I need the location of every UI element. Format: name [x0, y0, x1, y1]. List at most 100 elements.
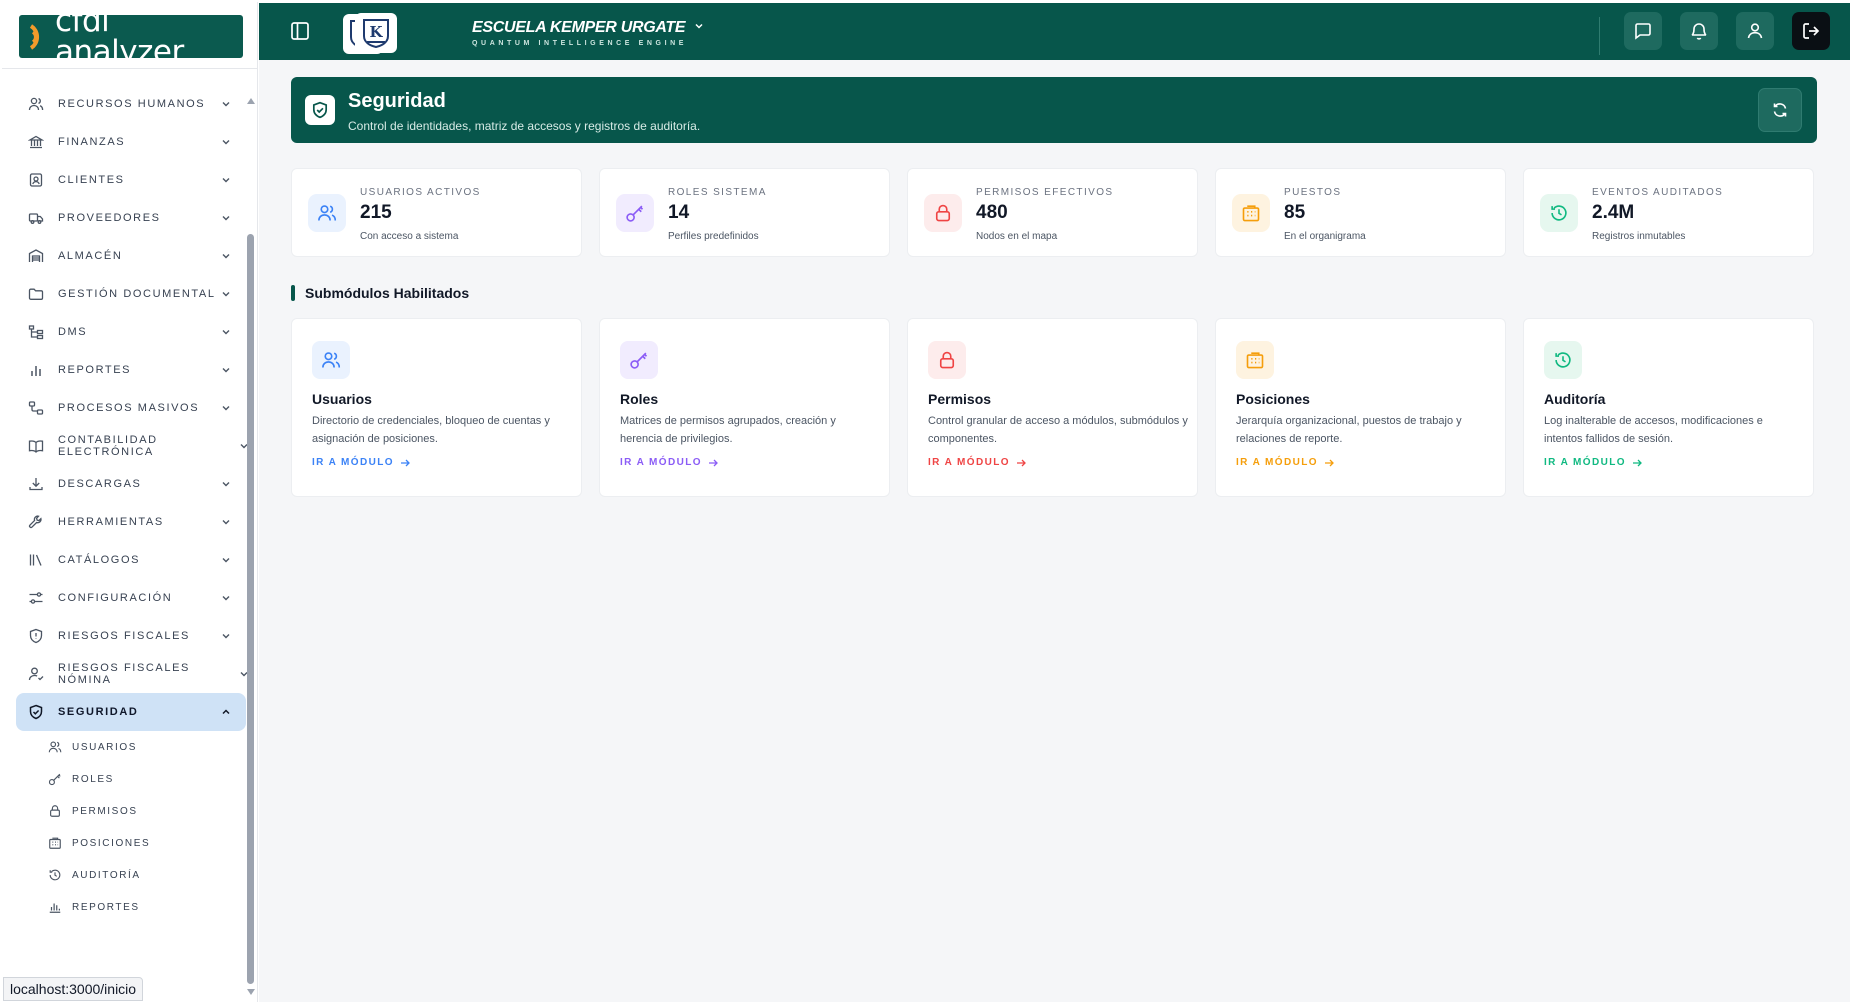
sidebar-item-label: DESCARGAS [58, 478, 142, 490]
sidebar-divider [2, 68, 258, 69]
sidebar-item-dms[interactable]: DMS [16, 313, 246, 351]
sidebar-subitem-permisos[interactable]: PERMISOS [16, 795, 246, 827]
sidebar-subitem-usuarios[interactable]: USUARIOS [16, 731, 246, 763]
scroll-up-arrow-icon[interactable] [247, 98, 255, 104]
link-label: IR A MÓDULO [928, 457, 1010, 468]
go-to-module-link[interactable]: IR A MÓDULO [1544, 457, 1642, 468]
bell-icon [1691, 23, 1707, 40]
users-icon [312, 341, 350, 379]
sliders-icon [28, 590, 44, 606]
stat-value: 480 [976, 202, 1008, 223]
stat-label: USUARIOS ACTIVOS [360, 187, 481, 198]
card-description: Jerarquía organizacional, puestos de tra… [1236, 415, 1462, 445]
sidebar-item-riesgos-fiscales[interactable]: RIESGOS FISCALES [16, 617, 246, 655]
card-description: Log inalterable de accesos, modificacion… [1544, 415, 1763, 445]
sidebar-item-seguridad[interactable]: SEGURIDAD [16, 693, 246, 731]
go-to-module-link[interactable]: IR A MÓDULO [1236, 457, 1334, 468]
sidebar-item-configuracion[interactable]: CONFIGURACIÓN [16, 579, 246, 617]
stat-value: 85 [1284, 202, 1306, 223]
messages-button[interactable] [1624, 12, 1662, 50]
go-to-module-link[interactable]: IR A MÓDULO [312, 457, 410, 468]
logout-button[interactable] [1792, 12, 1830, 50]
sidebar-subitem-label: ROLES [72, 773, 114, 785]
sidebar-item-clientes[interactable]: CLIENTES [16, 161, 246, 199]
sidebar-item-finanzas[interactable]: FINANZAS [16, 123, 246, 161]
arrow-right-icon [1324, 459, 1334, 466]
section-accent-bar [291, 285, 295, 301]
chevron-up-icon [222, 709, 230, 715]
sidebar-item-riesgos-fiscales-nomina[interactable]: RIESGOS FISCALES NÓMINA [16, 655, 248, 693]
page-title: Seguridad [348, 90, 446, 112]
users-icon [48, 740, 62, 754]
bar-chart-icon [48, 900, 62, 914]
sidebar-subitem-roles[interactable]: ROLES [16, 763, 246, 795]
stat-label: ROLES SISTEMA [668, 187, 767, 198]
go-to-module-link[interactable]: IR A MÓDULO [620, 457, 718, 468]
stat-note: Nodos en el mapa [976, 231, 1058, 242]
stat-note: Registros inmutables [1592, 231, 1686, 242]
module-card-auditoria[interactable]: Auditoría Log inalterable de accesos, mo… [1523, 318, 1814, 497]
stat-card-puestos: PUESTOS 85 En el organigrama [1215, 168, 1506, 257]
header-divider [1599, 17, 1600, 55]
card-description: Directorio de credenciales, bloqueo de c… [312, 415, 550, 445]
bank-icon [28, 134, 44, 150]
brand-logo[interactable]: cfdi analyzer [19, 5, 243, 67]
history-icon [1540, 194, 1578, 232]
card-description: Matrices de permisos agrupados, creación… [620, 415, 836, 445]
top-header: K K ESCUELA KEMPER URGATE QUANTUM INTELL… [259, 3, 1850, 60]
module-card-roles[interactable]: Roles Matrices de permisos agrupados, cr… [599, 318, 890, 497]
refresh-button[interactable] [1758, 88, 1802, 132]
refresh-icon [1773, 103, 1787, 117]
contact-icon [28, 172, 44, 188]
sidebar-item-label: REPORTES [58, 364, 132, 376]
brand-name: cfdi analyzer [55, 2, 184, 70]
module-card-posiciones[interactable]: Posiciones Jerarquía organizacional, pue… [1215, 318, 1506, 497]
chevron-down-icon [695, 23, 703, 29]
user-check-icon [28, 666, 44, 682]
school-name-dropdown[interactable]: ESCUELA KEMPER URGATE [472, 19, 705, 37]
sidebar-subitem-posiciones[interactable]: POSICIONES [16, 827, 246, 859]
arrow-right-icon [1632, 459, 1642, 466]
school-crest-icon: K [363, 19, 389, 49]
module-card-usuarios[interactable]: Usuarios Directorio de credenciales, blo… [291, 318, 582, 497]
brand-mark-icon [27, 22, 49, 52]
sidebar-item-label: GESTIÓN DOCUMENTAL [58, 288, 216, 300]
sidebar-item-recursos-humanos[interactable]: RECURSOS HUMANOS [16, 85, 246, 123]
sidebar-scrollbar-thumb[interactable] [247, 234, 254, 984]
sidebar-subitem-auditoria[interactable]: AUDITORÍA [16, 859, 246, 891]
link-label: IR A MÓDULO [1236, 457, 1318, 468]
card-description: Control granular de acceso a módulos, su… [928, 415, 1188, 445]
module-card-permisos[interactable]: Permisos Control granular de acceso a mó… [907, 318, 1198, 497]
stat-label: PUESTOS [1284, 187, 1342, 198]
sidebar-subitem-label: USUARIOS [72, 741, 138, 753]
bar-chart-icon [28, 362, 44, 378]
workflow-icon [28, 400, 44, 416]
toggle-sidebar-button[interactable] [281, 12, 319, 50]
stat-value: 2.4M [1592, 202, 1635, 223]
user-profile-button[interactable] [1736, 12, 1774, 50]
sidebar-item-label: ALMACÉN [58, 250, 123, 262]
scroll-down-arrow-icon[interactable] [247, 989, 255, 995]
stat-note: Perfiles predefinidos [668, 231, 759, 242]
building-icon [1232, 194, 1270, 232]
sidebar-subitem-reportes[interactable]: REPORTES [16, 891, 246, 923]
sidebar-item-procesos-masivos[interactable]: PROCESOS MASIVOS [16, 389, 246, 427]
chevron-down-icon [222, 140, 230, 145]
notifications-button[interactable] [1680, 12, 1718, 50]
sidebar-item-almacen[interactable]: ALMACÉN [16, 237, 246, 275]
sidebar-item-proveedores[interactable]: PROVEEDORES [16, 199, 246, 237]
school-logo[interactable]: K [355, 13, 397, 53]
sidebar-item-reportes[interactable]: REPORTES [16, 351, 246, 389]
card-title: Roles [620, 391, 659, 407]
sidebar-item-contabilidad-electronica[interactable]: CONTABILIDAD ELECTRÓNICA [16, 427, 248, 465]
sidebar-item-gestion-documental[interactable]: GESTIÓN DOCUMENTAL [16, 275, 246, 313]
download-icon [28, 476, 44, 492]
link-label: IR A MÓDULO [620, 457, 702, 468]
sidebar-item-herramientas[interactable]: HERRAMIENTAS [16, 503, 246, 541]
sidebar-item-label: CONTABILIDAD ELECTRÓNICA [58, 434, 158, 458]
chevron-down-icon [222, 368, 230, 373]
sidebar-item-descargas[interactable]: DESCARGAS [16, 465, 246, 503]
chevron-down-icon [222, 292, 230, 297]
go-to-module-link[interactable]: IR A MÓDULO [928, 457, 1026, 468]
sidebar-item-catalogos[interactable]: CATÁLOGOS [16, 541, 246, 579]
